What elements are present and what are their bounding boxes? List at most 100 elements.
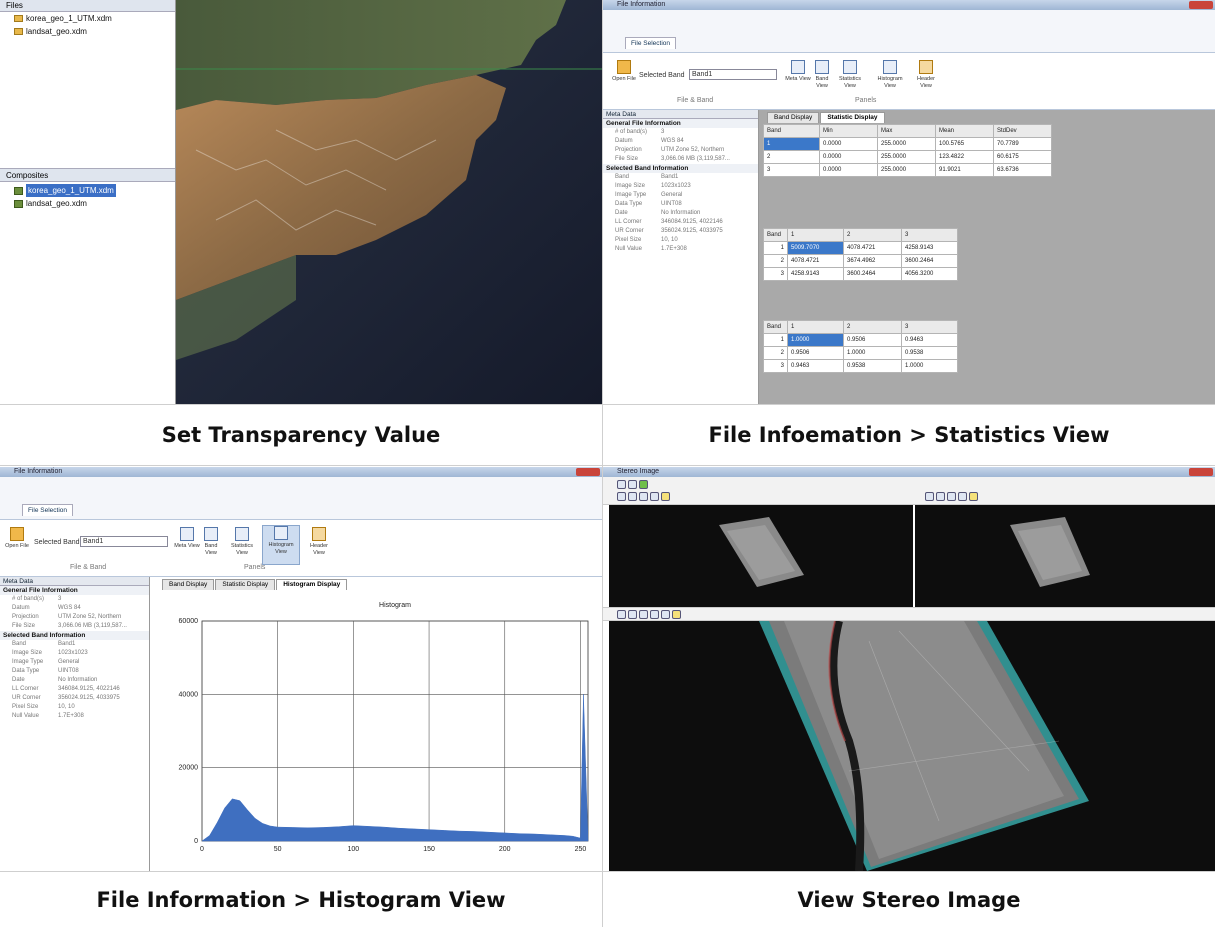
group-file-band: File & Band [70, 564, 107, 571]
forward-icon[interactable] [639, 610, 648, 619]
file-item[interactable]: korea_geo_1_UTM.xdm [0, 12, 175, 25]
left-image-view[interactable] [609, 505, 913, 607]
header-view-button[interactable]: Header View [306, 527, 332, 557]
table-header-row: Band Min Max Mean StdDev [763, 124, 1052, 138]
open-file-button[interactable]: Open File [611, 60, 637, 83]
fit-icon[interactable] [639, 492, 648, 501]
meta-row: File Size 3,066.06 MB (3,119,587... [615, 156, 730, 162]
window-titlebar: Stereo Image [603, 467, 1215, 477]
tab-statistic-display[interactable]: Statistic Display [215, 579, 276, 590]
selected-band-label: Selected Band [639, 72, 685, 79]
meta-row: Pixel Size 10, 10 [615, 237, 678, 243]
right-image-view[interactable] [915, 505, 1215, 607]
zoom-in-icon[interactable] [617, 492, 626, 501]
band-view-button[interactable]: Band View [198, 527, 224, 557]
open-left-icon[interactable] [617, 480, 626, 489]
files-header: Files [0, 0, 175, 12]
meta-row: LL Corner 346084.9125, 4022146 [12, 686, 120, 692]
open-right-icon[interactable] [628, 480, 637, 489]
general-section[interactable]: General File Information [603, 119, 758, 128]
close-button[interactable] [1189, 468, 1213, 476]
bulb-icon[interactable] [672, 610, 681, 619]
group-panels: Panels [855, 97, 877, 104]
map-canvas[interactable] [176, 0, 602, 404]
group-file-band: File & Band [677, 97, 714, 104]
band-view-icon [815, 60, 829, 74]
selected-band-select[interactable]: Band1 [689, 69, 777, 80]
tab-file-selection[interactable]: File Selection [22, 504, 74, 516]
selected-band-select[interactable]: Band1 [80, 536, 168, 547]
meta-row: Date No Information [615, 210, 701, 216]
stereo-view-toolbar [603, 607, 1215, 621]
tab-statistic-display[interactable]: Statistic Display [820, 112, 885, 123]
delete-icon[interactable] [650, 610, 659, 619]
band-section[interactable]: Selected Band Information [0, 631, 149, 640]
refresh-icon[interactable] [617, 610, 626, 619]
anaglyph-image [759, 621, 1089, 871]
file-item[interactable]: landsat_geo.xdm [0, 25, 175, 38]
tab-band-display[interactable]: Band Display [162, 579, 215, 590]
zoom-out-icon[interactable] [936, 492, 945, 501]
pan-icon[interactable] [958, 492, 967, 501]
anaglyph-view[interactable] [609, 621, 1215, 871]
meta-row: Datum WGS 84 [615, 138, 684, 144]
table-row[interactable]: 2 0.0000 255.0000 123.4822 60.6175 [763, 150, 1052, 164]
table-row[interactable]: 1 5009.7070 4078.4721 4258.9143 [763, 241, 958, 255]
table-row[interactable]: 1 1.0000 0.9506 0.9463 [763, 333, 958, 347]
correlation-table: Band 1 2 3 1 1.0000 0.9506 0.9463 2 0.9506 1.… [763, 320, 958, 373]
back-icon[interactable] [628, 610, 637, 619]
table-row[interactable]: 1 0.0000 255.0000 100.5765 70.7789 [763, 137, 1052, 151]
histogram-view-button[interactable]: Histogram View [873, 60, 907, 90]
save-icon[interactable] [661, 610, 670, 619]
meta-row: Data Type UINT08 [12, 668, 79, 674]
meta-row: LL Corner 346084.9125, 4022146 [615, 219, 723, 225]
composite-item[interactable]: korea_geo_1_UTM.xdm [0, 184, 175, 197]
tab-histogram-display[interactable]: Histogram Display [276, 579, 348, 590]
meta-view-button[interactable]: Meta View [174, 527, 200, 550]
meta-row: Image Type General [12, 659, 80, 665]
window-titlebar: File Information [0, 467, 602, 477]
table-row[interactable]: 2 0.9506 1.0000 0.9538 [763, 346, 958, 360]
header-view-button[interactable]: Header View [913, 60, 939, 90]
statistics-view-button[interactable]: Statistics View [835, 60, 865, 90]
band-section[interactable]: Selected Band Information [603, 164, 758, 173]
table-row[interactable]: 3 0.9463 0.9538 1.0000 [763, 359, 958, 373]
meta-row: Image Type General [615, 192, 683, 198]
meta-data-pane: Meta Data General File Information # of … [0, 577, 150, 871]
meta-row: Image Size 1023x1023 [615, 183, 691, 189]
statistics-view-button[interactable]: Statistics View [226, 527, 258, 557]
meta-row: # of band(s) 3 [615, 129, 665, 135]
pan-icon[interactable] [650, 492, 659, 501]
general-section[interactable]: General File Information [0, 586, 149, 595]
x-tick-label: 250 [575, 846, 587, 853]
meta-row: Null Value 1.7E+308 [12, 713, 84, 719]
folder-icon [617, 60, 631, 74]
header-view-icon [919, 60, 933, 74]
bulb-icon[interactable] [661, 492, 670, 501]
table-row[interactable]: 3 4258.9143 3600.2464 4056.3200 [763, 267, 958, 281]
zoom-out-icon[interactable] [628, 492, 637, 501]
table-row[interactable]: 2 4078.4721 3674.4962 3600.2464 [763, 254, 958, 268]
close-button[interactable] [1189, 1, 1213, 9]
play-icon[interactable] [639, 480, 648, 489]
close-button[interactable] [576, 468, 600, 476]
covariance-table: Band 1 2 3 1 5009.7070 4078.4721 4258.9143 … [763, 228, 958, 281]
meta-row: File Size 3,066.06 MB (3,119,587... [12, 623, 127, 629]
bulb-icon[interactable] [969, 492, 978, 501]
meta-data-header: Meta Data [603, 110, 758, 119]
zoom-in-icon[interactable] [925, 492, 934, 501]
open-file-button[interactable]: Open File [4, 527, 30, 550]
fit-icon[interactable] [947, 492, 956, 501]
band-view-icon [204, 527, 218, 541]
tab-band-display[interactable]: Band Display [767, 112, 820, 123]
table-row[interactable]: 3 0.0000 255.0000 91.9021 63.6736 [763, 163, 1052, 177]
histogram-view-button[interactable]: Histogram View [262, 525, 300, 565]
band-view-button[interactable]: Band View [809, 60, 835, 90]
meta-view-button[interactable]: Meta View [785, 60, 811, 83]
right-view-toolbar [925, 492, 978, 501]
histogram-chart[interactable]: Histogram 0 50 100 150 200 250 0 20000 40000 60000 [150, 591, 602, 871]
meta-data-pane: Meta Data General File Information # of … [603, 110, 759, 404]
tab-file-selection[interactable]: File Selection [625, 37, 677, 49]
caption-statistics: File Infoemation > Statistics View [708, 423, 1110, 447]
composite-item[interactable]: landsat_geo.xdm [0, 197, 175, 210]
